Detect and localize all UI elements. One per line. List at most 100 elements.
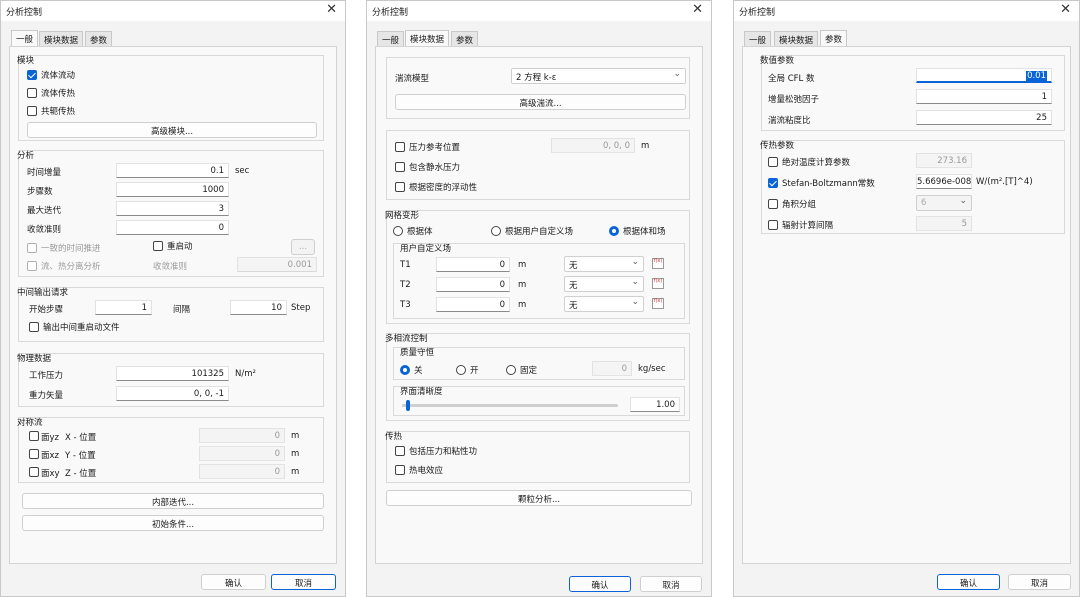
particle-analysis-button[interactable]: 颗粒分析... — [386, 490, 692, 506]
analysis-control-dialog-general: 分析控制 ✕ 一般 模块数据 参数 模块 流体流动 流体传热 共轭传热 高级模块… — [0, 0, 346, 597]
symmetry-xy-field[interactable]: 0 — [199, 464, 285, 479]
symmetry-xz-checkbox[interactable] — [29, 449, 39, 459]
t3-select[interactable]: 无 ⌄ — [564, 296, 644, 312]
sharpness-slider-thumb[interactable] — [406, 400, 411, 411]
symmetry-xy-pos: Z - 位置 — [65, 469, 97, 479]
cancel-button[interactable]: 取消 — [1008, 574, 1071, 590]
tab-general[interactable]: 一般 — [744, 31, 772, 46]
start-step-field[interactable]: 1 — [95, 300, 152, 315]
tab-general[interactable]: 一般 — [11, 30, 39, 47]
radiation-interval-field[interactable]: 5 — [916, 216, 972, 231]
cfl-field[interactable]: 0.01 — [916, 68, 1052, 83]
symmetry-yz-pos: X - 位置 — [65, 433, 97, 443]
symmetry-yz-field[interactable]: 0 — [199, 428, 285, 443]
buoyancy-checkbox[interactable] — [395, 182, 405, 192]
t2-select[interactable]: 无 ⌄ — [564, 276, 644, 292]
angle-group-select[interactable]: 6 ⌄ — [916, 195, 972, 211]
restart-checkbox[interactable] — [153, 241, 163, 251]
fluid-heat-checkbox[interactable] — [27, 88, 37, 98]
radiation-interval-checkbox[interactable] — [768, 220, 778, 230]
max-iterations-field[interactable]: 3 — [116, 201, 229, 216]
time-increment-field[interactable]: 0.1 — [116, 163, 229, 178]
inner-iteration-button[interactable]: 内部迭代... — [22, 493, 324, 509]
fluid-flow-checkbox[interactable] — [27, 70, 37, 80]
mass-value-field[interactable]: 0 — [592, 361, 632, 376]
ok-button[interactable]: 确认 — [937, 574, 1000, 590]
ok-button[interactable]: 确认 — [569, 576, 631, 592]
absolute-temp-checkbox[interactable] — [768, 157, 778, 167]
close-icon[interactable]: ✕ — [326, 2, 337, 17]
analysis-group: 分析 时间增量 0.1 sec 步骤数 1000 最大迭代 3 收敛准则 0 一… — [17, 150, 324, 277]
symmetry-xz-field[interactable]: 0 — [199, 446, 285, 461]
mesh-by-body-and-field-radio[interactable] — [609, 226, 619, 236]
viscosity-ratio-field[interactable]: 25 — [916, 110, 1052, 125]
chevron-down-icon: ⌄ — [631, 297, 639, 307]
mesh-by-body-radio[interactable] — [393, 226, 403, 236]
function-icon[interactable]: f(x) — [652, 298, 664, 309]
steps-field[interactable]: 1000 — [116, 182, 229, 197]
mass-fixed-radio[interactable] — [506, 365, 516, 375]
restart-browse-button[interactable]: ... — [291, 239, 315, 255]
close-icon[interactable]: ✕ — [692, 2, 703, 17]
angle-group-value: 6 — [921, 198, 927, 208]
numeric-params-title: 数值参数 — [760, 56, 795, 66]
consistent-time-checkbox[interactable] — [27, 243, 37, 253]
tab-module-data[interactable]: 模块数据 — [39, 31, 84, 46]
t2-field[interactable]: 0 — [436, 277, 510, 292]
cancel-button[interactable]: 取消 — [640, 576, 702, 592]
symmetry-group: 对称流 面yz X - 位置 0 m 面xz Y - 位置 0 m 面xy Z … — [17, 417, 324, 483]
time-increment-label: 时间增量 — [27, 168, 62, 178]
working-pressure-field[interactable]: 101325 — [116, 366, 229, 381]
restart-file-label: 输出中间重启动文件 — [43, 323, 120, 333]
flow-heat-separate-checkbox[interactable] — [27, 261, 37, 271]
mass-off-radio[interactable] — [400, 365, 410, 375]
mesh-by-field-radio[interactable] — [491, 226, 501, 236]
mass-on-radio[interactable] — [456, 365, 466, 375]
initial-conditions-button[interactable]: 初始条件... — [22, 515, 324, 531]
angle-group-checkbox[interactable] — [768, 199, 778, 209]
hydrostatic-checkbox[interactable] — [395, 162, 405, 172]
tab-parameters[interactable]: 参数 — [820, 30, 848, 47]
tab-parameters[interactable]: 参数 — [85, 31, 113, 46]
tab-general[interactable]: 一般 — [377, 31, 405, 46]
t3-field[interactable]: 0 — [436, 297, 510, 312]
stefan-boltzmann-field[interactable]: 5.6696e-008 — [916, 174, 972, 189]
t1-select[interactable]: 无 ⌄ — [564, 256, 644, 272]
convergence-field[interactable]: 0 — [116, 220, 229, 235]
stefan-boltzmann-checkbox[interactable] — [768, 178, 778, 188]
pressure-ref-field[interactable]: 0, 0, 0 — [551, 138, 635, 153]
convergence2-field[interactable]: 0.001 — [237, 257, 317, 272]
tab-module-data[interactable]: 模块数据 — [405, 30, 450, 47]
function-icon[interactable]: f(x) — [652, 278, 664, 289]
symmetry-xy-checkbox[interactable] — [29, 467, 39, 477]
function-icon[interactable]: f(x) — [652, 258, 664, 269]
viscous-work-checkbox[interactable] — [395, 446, 405, 456]
symmetry-yz-checkbox[interactable] — [29, 431, 39, 441]
close-icon[interactable]: ✕ — [1060, 2, 1071, 17]
tab-page-general: 模块 流体流动 流体传热 共轭传热 高级模块... 分析 时间增量 0.1 se… — [9, 46, 337, 564]
relaxation-field[interactable]: 1 — [916, 89, 1052, 104]
turbulence-model-select[interactable]: 2 方程 k-ε ⌄ — [511, 68, 686, 84]
mesh-by-field-label: 根据用户自定义场 — [505, 227, 574, 237]
advanced-module-button[interactable]: 高级模块... — [27, 122, 317, 138]
sharpness-field[interactable]: 1.00 — [630, 397, 680, 412]
thermoelectric-checkbox[interactable] — [395, 465, 405, 475]
advanced-turbulence-button[interactable]: 高级湍流... — [395, 94, 686, 110]
pressure-ref-checkbox[interactable] — [395, 142, 405, 152]
interval-field[interactable]: 10 — [230, 300, 287, 315]
tab-module-data[interactable]: 模块数据 — [774, 31, 819, 46]
gravity-field[interactable]: 0, 0, -1 — [116, 386, 229, 401]
ok-button[interactable]: 确认 — [201, 574, 266, 590]
restart-label: 重启动 — [167, 242, 193, 252]
tab-parameters[interactable]: 参数 — [451, 31, 479, 46]
dialog-title: 分析控制 — [6, 8, 43, 18]
title-bar: 分析控制 ✕ — [367, 1, 711, 21]
restart-file-checkbox[interactable] — [29, 322, 39, 332]
conjugate-heat-checkbox[interactable] — [27, 106, 37, 116]
absolute-temp-field[interactable]: 273.16 — [916, 153, 972, 168]
cancel-button[interactable]: 取消 — [271, 574, 336, 590]
multiphase-group: 多相流控制 质量守恒 关 开 固定 0 kg/sec 界面清晰度 1.00 — [385, 333, 690, 421]
sharpness-slider-track[interactable] — [402, 404, 618, 407]
t1-field[interactable]: 0 — [436, 257, 510, 272]
dialog-title: 分析控制 — [739, 8, 776, 18]
